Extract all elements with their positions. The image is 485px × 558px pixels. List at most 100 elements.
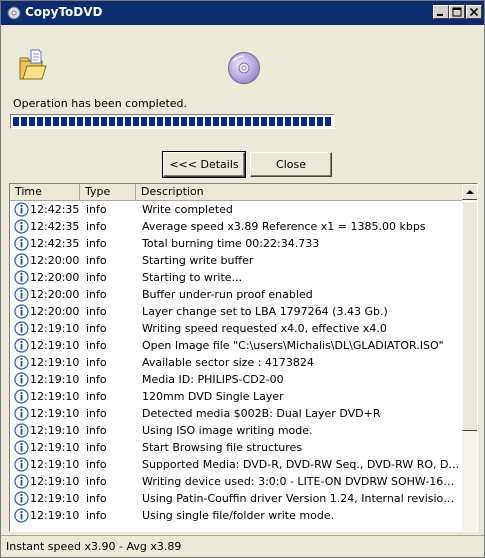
info-icon [14, 236, 29, 251]
log-rows: 12:42:35 info Write completed 12:42:35 info A… [10, 201, 462, 531]
log-time: 12:20:00 [30, 305, 80, 318]
log-time: 12:20:00 [30, 271, 80, 284]
burn-progress-bar [10, 114, 335, 129]
log-type: info [86, 390, 107, 403]
log-time: 12:42:35 [30, 237, 80, 250]
log-type: info [86, 237, 107, 250]
log-description: Starting write buffer [142, 254, 254, 267]
log-vertical-scrollbar[interactable] [462, 184, 477, 531]
progress-fill [13, 117, 332, 126]
log-time: 12:19:10 [30, 509, 80, 522]
log-description: Writing device used: 3:0:0 - LITE-ON DVD… [142, 475, 460, 488]
log-description: Detected media $002B: Dual Layer DVD+R [142, 407, 381, 420]
log-row[interactable]: 12:42:35 info Write completed [10, 201, 462, 218]
log-time: 12:20:00 [30, 254, 80, 267]
log-type: info [86, 288, 107, 301]
log-row[interactable]: 12:19:10 info Media ID: PHILIPS-CD2-00 [10, 371, 462, 388]
log-description: Media ID: PHILIPS-CD2-00 [142, 373, 284, 386]
log-type: info [86, 475, 107, 488]
log-time: 12:42:35 [30, 220, 80, 233]
log-type: info [86, 220, 107, 233]
info-icon [14, 270, 29, 285]
window-title: CopyToDVD [25, 5, 103, 19]
log-description: Starting to write... [142, 271, 243, 284]
log-row[interactable]: 12:19:10 info 120mm DVD Single Layer [10, 388, 462, 405]
close-button[interactable]: Close [250, 152, 332, 177]
log-row[interactable]: 12:19:10 info Open Image file "C:\users\Mi… [10, 337, 462, 354]
info-icon [14, 219, 29, 234]
log-row[interactable]: 12:19:10 info Available sector size : 4173… [10, 354, 462, 371]
log-time: 12:20:00 [30, 288, 80, 301]
info-icon [14, 338, 29, 353]
minimize-button[interactable] [433, 5, 449, 19]
operation-status-text: Operation has been completed. [13, 97, 188, 110]
log-row[interactable]: 12:19:10 info Start Browsing file structur… [10, 439, 462, 456]
status-bar: Instant speed x3.90 - Avg x3.89 [1, 535, 484, 557]
info-icon [14, 406, 29, 421]
maximize-button[interactable] [449, 5, 465, 19]
info-icon [14, 389, 29, 404]
speed-status-text: Instant speed x3.90 - Avg x3.89 [6, 540, 182, 553]
close-icon [469, 7, 479, 17]
scroll-thumb[interactable] [462, 201, 477, 431]
log-row[interactable]: 12:19:10 info Writing device used: 3:0:0 -… [10, 473, 462, 490]
details-button[interactable]: <<< Details [162, 151, 246, 178]
log-row[interactable]: 12:20:00 info Starting write buffer [10, 252, 462, 269]
column-header-description[interactable]: Description [136, 184, 462, 201]
log-description: Open Image file "C:\users\Michalis\DL\GL… [142, 339, 444, 352]
log-time: 12:19:10 [30, 373, 80, 386]
info-icon [14, 321, 29, 336]
log-description: Using ISO image writing mode. [142, 424, 313, 437]
info-icon [14, 253, 29, 268]
log-type: info [86, 339, 107, 352]
log-row[interactable]: 12:19:10 info Using single file/folder wri… [10, 507, 462, 524]
log-time: 12:19:10 [30, 475, 80, 488]
column-header-time[interactable]: Time [10, 184, 80, 201]
log-type: info [86, 322, 107, 335]
log-row[interactable]: 12:20:00 info Layer change set to LBA 1797… [10, 303, 462, 320]
log-type: info [86, 373, 107, 386]
source-folder-icon [19, 49, 47, 80]
log-row[interactable]: 12:19:10 info Writing speed requested x4.0… [10, 320, 462, 337]
log-row[interactable]: 12:19:10 info Supported Media: DVD-R, DVD-… [10, 456, 462, 473]
log-description: Layer change set to LBA 1797264 (3.43 Gb… [142, 305, 388, 318]
log-list-view[interactable]: Time Type Description 12:42:35 info Write … [9, 183, 478, 532]
log-time: 12:19:10 [30, 356, 80, 369]
scroll-up-arrow-icon [466, 190, 474, 194]
close-window-button[interactable] [466, 5, 482, 19]
log-type: info [86, 441, 107, 454]
log-type: info [86, 492, 107, 505]
log-type: info [86, 203, 107, 216]
title-bar[interactable]: CopyToDVD [1, 1, 484, 25]
info-icon [14, 287, 29, 302]
log-description: Write completed [142, 203, 233, 216]
log-row[interactable]: 12:42:35 info Average speed x3.89 Referenc… [10, 218, 462, 235]
log-row[interactable]: 12:19:10 info Using Patin-Couffin driver V… [10, 490, 462, 507]
log-time: 12:19:10 [30, 407, 80, 420]
log-time: 12:19:10 [30, 458, 80, 471]
log-description: Using Patin-Couffin driver Version 1.24,… [142, 492, 460, 505]
log-type: info [86, 305, 107, 318]
log-row[interactable]: 12:42:35 info Total burning time 00:22:34.… [10, 235, 462, 252]
scroll-up-button[interactable] [462, 184, 477, 200]
log-row[interactable]: 12:20:00 info Starting to write... [10, 269, 462, 286]
info-icon [14, 457, 29, 472]
log-type: info [86, 424, 107, 437]
log-row[interactable]: 12:20:00 info Buffer under-run proof enabl… [10, 286, 462, 303]
log-description: Available sector size : 4173824 [142, 356, 314, 369]
info-icon [14, 355, 29, 370]
log-description: Supported Media: DVD-R, DVD-RW Seq., DVD… [142, 458, 460, 471]
log-time: 12:42:35 [30, 203, 80, 216]
log-row[interactable]: 12:19:10 info Detected media $002B: Dual L… [10, 405, 462, 422]
log-description: Writing speed requested x4.0, effective … [142, 322, 387, 335]
log-description: Start Browsing file structures [142, 441, 303, 454]
info-icon [14, 372, 29, 387]
info-icon [14, 304, 29, 319]
log-time: 12:19:10 [30, 424, 80, 437]
dvd-disc-icon [228, 52, 260, 84]
log-time: 12:19:10 [30, 322, 80, 335]
column-header-type[interactable]: Type [80, 184, 136, 201]
log-type: info [86, 407, 107, 420]
log-description: Buffer under-run proof enabled [142, 288, 313, 301]
log-row[interactable]: 12:19:10 info Using ISO image writing mode… [10, 422, 462, 439]
